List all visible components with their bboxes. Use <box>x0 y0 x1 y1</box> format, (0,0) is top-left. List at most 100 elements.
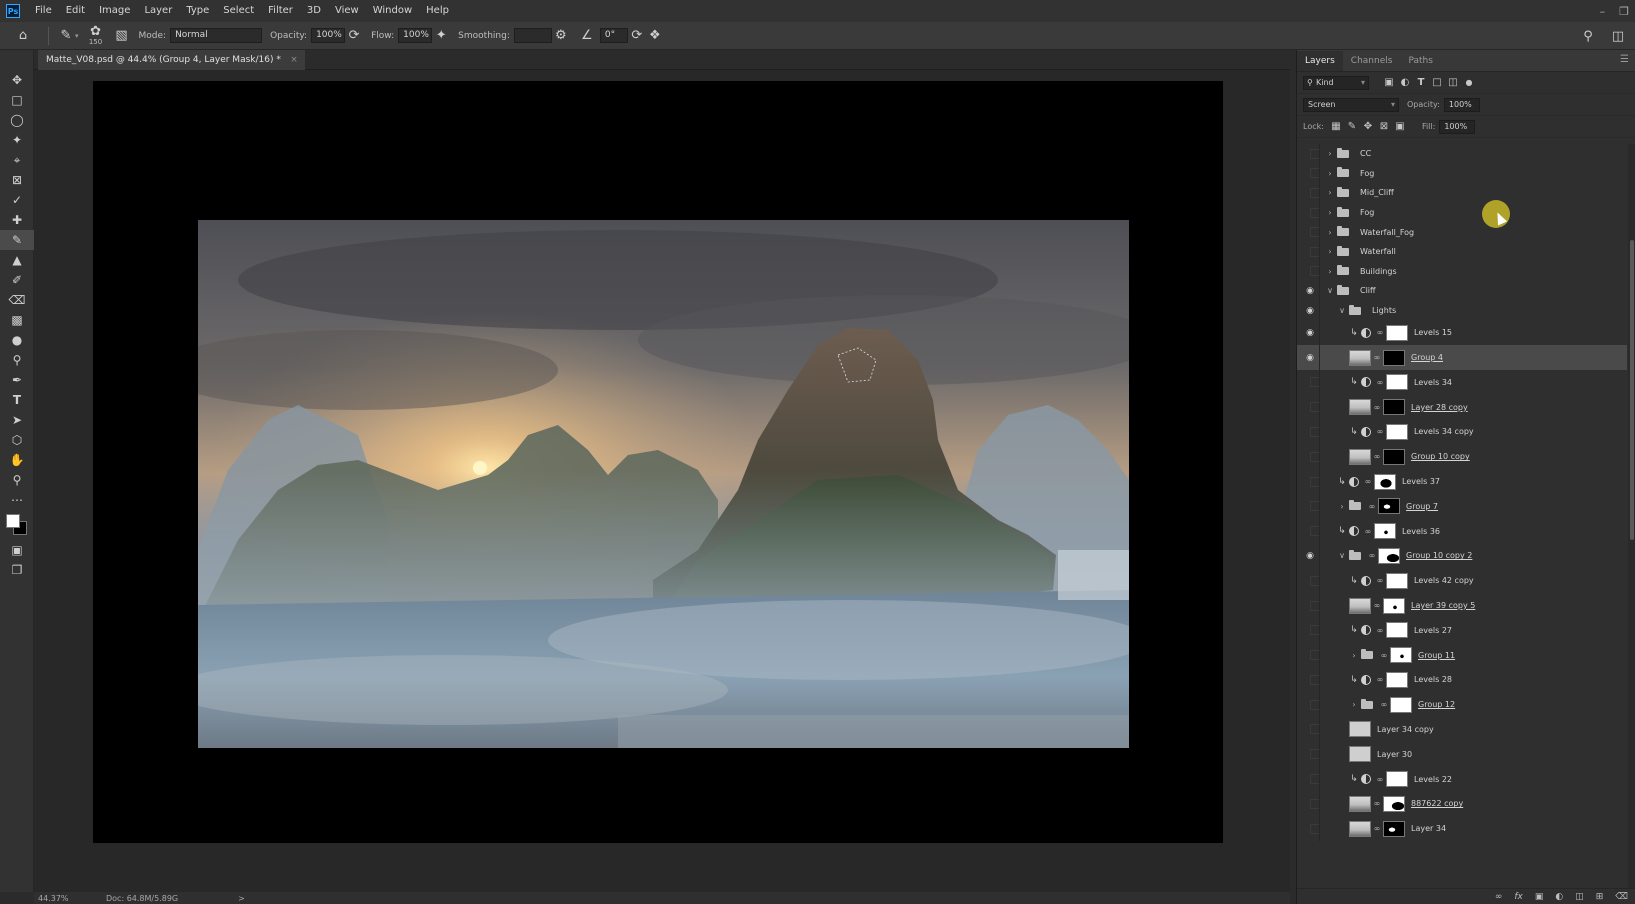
stamp-tool-icon[interactable]: ▲ <box>0 250 34 270</box>
visibility-toggle[interactable] <box>1303 144 1320 164</box>
layer-name[interactable]: Levels 34 copy <box>1414 427 1474 436</box>
link-icon[interactable]: ∞ <box>1364 527 1372 536</box>
status-menu-arrow[interactable]: > <box>238 894 245 903</box>
new-adjustment-icon[interactable]: ◐ <box>1555 892 1563 902</box>
layer-row[interactable]: › CC <box>1297 144 1627 164</box>
pressure-size-icon[interactable]: ⟳ <box>628 27 646 45</box>
eyedropper-tool-icon[interactable]: ✓ <box>0 190 34 210</box>
dropdown-caret-icon[interactable]: ▾ <box>75 32 79 40</box>
layer-name[interactable]: Group 7 <box>1406 502 1438 511</box>
menu-layer[interactable]: Layer <box>137 0 179 22</box>
layer-name[interactable]: Levels 15 <box>1414 328 1452 337</box>
link-icon[interactable]: ∞ <box>1380 700 1388 709</box>
layer-row[interactable]: › ∞ Group 11 <box>1297 642 1627 668</box>
magic-wand-tool-icon[interactable]: ✦ <box>0 130 34 150</box>
marquee-tool-icon[interactable]: □ <box>0 90 34 110</box>
lock-pixels-icon[interactable]: ✎ <box>1344 120 1360 134</box>
tab-paths[interactable]: Paths <box>1400 51 1440 71</box>
visibility-toggle[interactable] <box>1303 222 1320 242</box>
layer-row[interactable]: ↳ ∞ Levels 36 <box>1297 518 1627 544</box>
layer-name[interactable]: Group 12 <box>1418 700 1455 709</box>
layer-name[interactable]: Mid_Cliff <box>1360 188 1394 197</box>
visibility-toggle[interactable] <box>1303 618 1320 643</box>
layer-row[interactable]: ◉ ∨ Lights <box>1297 300 1627 321</box>
frame-tool-icon[interactable]: ⊠ <box>0 170 34 190</box>
layer-name[interactable]: Fog <box>1360 208 1374 217</box>
layer-mask-thumbnail[interactable] <box>1386 771 1408 788</box>
visibility-toggle[interactable] <box>1303 370 1320 395</box>
layer-name[interactable]: Levels 42 copy <box>1414 576 1474 585</box>
mode-select[interactable]: Normal <box>170 28 263 43</box>
layer-name[interactable]: Levels 34 <box>1414 378 1452 387</box>
visibility-toggle[interactable] <box>1303 395 1320 420</box>
visibility-toggle[interactable] <box>1303 494 1320 519</box>
color-swatches[interactable] <box>0 510 34 540</box>
visibility-toggle[interactable] <box>1303 668 1320 693</box>
layer-row[interactable]: Layer 34 copy <box>1297 717 1627 742</box>
layer-mask-thumbnail[interactable] <box>1383 820 1405 837</box>
layer-thumbnail[interactable] <box>1349 795 1371 812</box>
history-brush-tool-icon[interactable]: ✐ <box>0 270 34 290</box>
chevron-icon[interactable]: ∨ <box>1325 286 1335 295</box>
eye-icon[interactable]: ◉ <box>1303 345 1317 370</box>
restore-icon[interactable]: ❐ <box>1619 5 1629 18</box>
layer-row[interactable]: › ∞ Group 12 <box>1297 692 1627 718</box>
layer-row[interactable]: ∞ 887622 copy <box>1297 791 1627 817</box>
layer-name[interactable]: Group 10 copy 2 <box>1406 551 1472 560</box>
menu-type[interactable]: Type <box>179 0 216 22</box>
layer-name[interactable]: 887622 copy <box>1411 799 1463 808</box>
menu-image[interactable]: Image <box>92 0 137 22</box>
layer-row[interactable]: ↳ ∞ Levels 37 <box>1297 469 1627 494</box>
layer-row[interactable]: › Fog <box>1297 163 1627 184</box>
link-icon[interactable]: ∞ <box>1364 477 1372 486</box>
hand-tool-icon[interactable]: ✋ <box>0 450 34 470</box>
smoothing-field[interactable] <box>513 28 552 43</box>
layer-name[interactable]: Layer 34 copy <box>1377 725 1434 734</box>
eye-icon[interactable]: ◉ <box>1303 320 1317 345</box>
symmetry-icon[interactable]: ❖ <box>646 27 664 45</box>
brush-tool-icon[interactable]: ✎ <box>57 27 75 45</box>
link-icon[interactable]: ∞ <box>1373 353 1381 362</box>
eye-icon[interactable]: ◉ <box>1303 281 1317 301</box>
layer-opacity-field[interactable]: 100% <box>1443 97 1480 112</box>
brush-tool-icon[interactable]: ✎ <box>0 230 34 250</box>
layer-row[interactable]: ∞ Layer 28 copy <box>1297 394 1627 420</box>
canvas-area[interactable] <box>34 70 1290 892</box>
add-mask-icon[interactable]: ▣ <box>1535 892 1544 902</box>
opacity-field[interactable]: 100% <box>311 28 346 43</box>
document-tab[interactable]: Matte_V08.psd @ 44.4% (Group 4, Layer Ma… <box>38 50 305 70</box>
chevron-icon[interactable]: › <box>1325 267 1335 276</box>
visibility-toggle[interactable] <box>1303 643 1320 668</box>
layer-name[interactable]: CC <box>1360 149 1371 158</box>
layer-thumbnail[interactable] <box>1349 349 1371 366</box>
new-layer-icon[interactable]: ⊞ <box>1596 892 1604 902</box>
link-icon[interactable]: ∞ <box>1376 675 1384 684</box>
layer-row[interactable]: ↳ ∞ Levels 42 copy <box>1297 568 1627 594</box>
close-icon[interactable]: × <box>290 50 298 70</box>
layer-mask-thumbnail[interactable] <box>1386 572 1408 589</box>
visibility-toggle[interactable] <box>1303 519 1320 544</box>
layer-name[interactable]: Levels 22 <box>1414 775 1452 784</box>
menu-help[interactable]: Help <box>419 0 456 22</box>
airbrush-icon[interactable]: ✦ <box>432 27 450 45</box>
visibility-toggle[interactable] <box>1303 242 1320 262</box>
path-select-tool-icon[interactable]: ➤ <box>0 410 34 430</box>
layer-name[interactable]: Fog <box>1360 169 1374 178</box>
crop-tool-icon[interactable]: ⌖ <box>0 150 34 170</box>
trash-icon[interactable]: ⌫ <box>1615 892 1628 902</box>
eye-icon[interactable]: ◉ <box>1303 544 1317 569</box>
layer-thumbnail[interactable] <box>1349 721 1371 738</box>
menu-filter[interactable]: Filter <box>261 0 300 22</box>
visibility-toggle[interactable] <box>1303 469 1320 494</box>
link-icon[interactable]: ∞ <box>1376 378 1384 387</box>
link-icon[interactable]: ∞ <box>1373 824 1381 833</box>
chevron-icon[interactable]: › <box>1325 188 1335 197</box>
kind-filter-select[interactable]: ⚲ Kind ▾ <box>1303 75 1369 90</box>
layer-row[interactable]: ∞ Layer 39 copy 5 <box>1297 593 1627 618</box>
layer-row[interactable]: › Waterfall <box>1297 241 1627 262</box>
type-tool-icon[interactable]: T <box>0 390 34 410</box>
brush-preset-icon[interactable]: ✿ <box>87 25 105 38</box>
brush-settings-icon[interactable]: ▧ <box>113 27 131 45</box>
chevron-icon[interactable]: › <box>1325 228 1335 237</box>
eye-icon[interactable]: ◉ <box>1303 301 1317 321</box>
